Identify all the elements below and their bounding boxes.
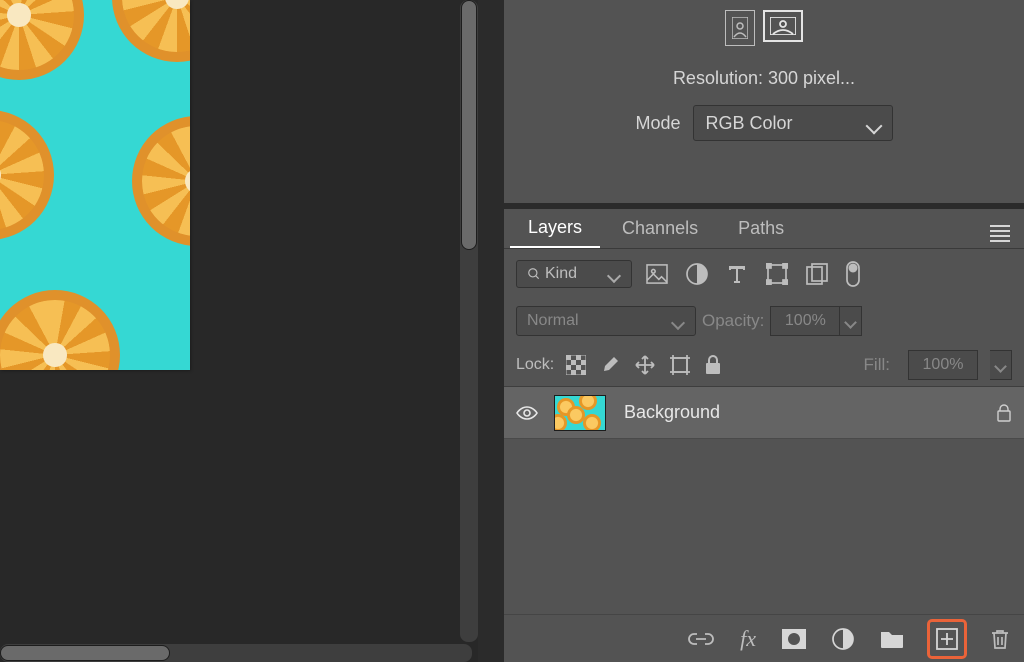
group-icon[interactable] [880,629,904,649]
horizontal-scrollbar-thumb[interactable] [0,645,170,661]
filter-smart-icon[interactable] [806,263,828,285]
horizontal-scrollbar[interactable] [0,644,472,662]
layer-filter-select[interactable]: Kind [516,260,632,288]
adjustment-icon[interactable] [832,628,854,650]
new-layer-button[interactable] [930,622,964,656]
vertical-scrollbar-thumb[interactable] [461,0,477,250]
opacity-value[interactable]: 100% [770,306,840,336]
mode-value: RGB Color [706,113,793,134]
trash-icon[interactable] [990,628,1010,650]
layer-name[interactable]: Background [624,402,978,423]
filter-type-icon[interactable] [726,263,748,285]
layer-row[interactable]: Background [504,387,1024,439]
layers-bottom-bar: fx [504,614,1024,662]
lock-move-icon[interactable] [634,354,656,376]
filter-adjustment-icon[interactable] [686,263,708,285]
properties-panel: Resolution: 300 pixel... Mode RGB Color [504,0,1024,203]
filter-shape-icon[interactable] [766,263,788,285]
locked-icon [996,404,1012,422]
fill-label: Fill: [864,355,890,375]
opacity-caret[interactable] [840,306,862,336]
resolution-label: Resolution: 300 pixel... [524,68,1004,89]
vertical-scrollbar[interactable] [460,0,478,642]
tab-paths[interactable]: Paths [720,209,802,248]
lock-label: Lock: [516,356,554,374]
lock-all-icon[interactable] [704,355,722,375]
orientation-portrait[interactable] [725,10,755,46]
orientation-toggle[interactable] [524,10,1004,46]
fill-caret[interactable] [990,350,1012,380]
layer-blend-row: Normal Opacity: 100% [504,299,1024,343]
layer-mask-icon[interactable] [782,629,806,649]
panel-menu-icon[interactable] [990,222,1010,245]
document[interactable] [0,0,190,370]
mode-label: Mode [635,113,680,134]
layer-fx-icon[interactable]: fx [740,626,756,652]
tab-channels[interactable]: Channels [604,209,716,248]
visibility-icon[interactable] [516,405,536,421]
layer-filter-row: Kind [504,249,1024,299]
layer-filter-label: Kind [545,265,577,283]
mode-select[interactable]: RGB Color [693,105,893,141]
blend-mode-select[interactable]: Normal [516,306,696,336]
fill-value[interactable]: 100% [908,350,978,380]
lock-transparent-icon[interactable] [566,355,586,375]
link-layers-icon[interactable] [688,630,714,648]
filter-pixel-icon[interactable] [646,264,668,284]
lock-artboard-icon[interactable] [670,355,690,375]
panel-tabs: Layers Channels Paths [504,209,1024,249]
filter-toggle-icon[interactable] [846,261,860,287]
layer-lock-row: Lock: Fill: 100% [504,343,1024,387]
orientation-landscape[interactable] [763,10,803,42]
tab-layers[interactable]: Layers [510,209,600,248]
layer-thumbnail[interactable] [554,395,606,431]
canvas-area [0,0,478,662]
lock-brush-icon[interactable] [600,355,620,375]
blend-mode-value: Normal [527,312,579,330]
opacity-label: Opacity: [702,311,764,331]
